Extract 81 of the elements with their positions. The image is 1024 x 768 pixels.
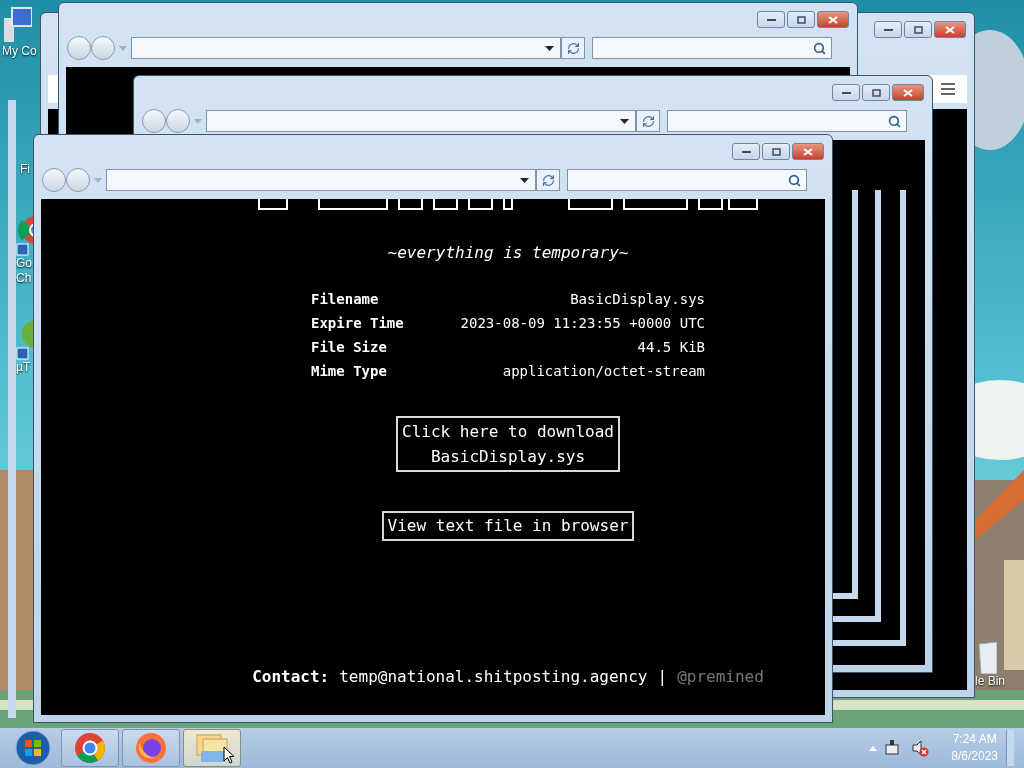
close-icon <box>803 147 813 156</box>
back-button[interactable] <box>67 36 91 60</box>
restore-icon <box>796 15 806 24</box>
detail-label: Mime Type <box>311 362 388 381</box>
desktop-icon-label[interactable]: Fi <box>20 162 30 177</box>
search-icon <box>788 173 801 187</box>
menu-icon <box>941 83 955 95</box>
refresh-icon <box>541 173 555 187</box>
close-icon <box>903 88 913 97</box>
dropdown-icon <box>520 177 529 183</box>
refresh-icon <box>641 114 655 128</box>
detail-value: 2023-08-09 11:23:55 +0000 UTC <box>459 314 705 333</box>
back-button[interactable] <box>42 168 66 192</box>
dropdown-icon <box>545 45 554 51</box>
dropdown-icon <box>119 45 127 51</box>
maximize-button[interactable] <box>904 21 932 38</box>
dropdown-icon <box>94 177 102 183</box>
address-field[interactable] <box>106 169 536 191</box>
minimize-button[interactable] <box>732 143 760 160</box>
search-field[interactable] <box>592 37 832 59</box>
refresh-icon <box>566 41 580 55</box>
chrome-icon <box>74 732 106 764</box>
handle-link[interactable]: @premined <box>677 665 764 689</box>
torrent-icon <box>16 320 33 360</box>
view-text-button[interactable]: View text file in browser <box>381 511 635 541</box>
download-button[interactable]: Click here to download BasicDisplay.sys <box>396 416 620 472</box>
close-icon <box>828 15 838 24</box>
refresh-button[interactable] <box>536 169 560 191</box>
contact-label: Contact: <box>252 666 330 688</box>
minimize-button[interactable] <box>757 11 785 28</box>
desktop-icon-label[interactable]: µT <box>16 360 31 375</box>
refresh-button[interactable] <box>636 110 660 132</box>
detail-label: Filename <box>311 290 380 309</box>
close-button[interactable] <box>792 143 824 160</box>
folder-icon <box>195 733 229 763</box>
address-field[interactable] <box>206 110 636 132</box>
forward-button[interactable] <box>166 109 190 133</box>
tagline: ~everything is temporary~ <box>387 242 629 264</box>
firefox-icon <box>135 732 167 764</box>
search-field[interactable] <box>567 169 807 191</box>
detail-value: 44.5 KiB <box>636 338 705 357</box>
restore-icon <box>771 147 781 156</box>
minimize-button[interactable] <box>874 21 902 38</box>
taskbar-app-button[interactable] <box>122 729 180 767</box>
cursor-icon <box>223 746 235 764</box>
dropdown-icon <box>194 118 202 124</box>
restore-icon <box>871 88 881 97</box>
dropdown-icon <box>620 118 629 124</box>
desktop-icon-label[interactable]: My Co <box>2 44 37 59</box>
computer-icon <box>2 4 32 44</box>
clock-time: 7:24 AM <box>952 731 997 748</box>
address-field[interactable] <box>131 37 561 59</box>
desktop-icon-label[interactable]: le Bin <box>975 674 1006 689</box>
desktop-icon-label[interactable]: Go Ch <box>16 256 32 286</box>
forward-button[interactable] <box>66 168 90 192</box>
detail-value: BasicDisplay.sys <box>569 290 705 309</box>
refresh-button[interactable] <box>561 37 585 59</box>
detail-label: Expire Time <box>311 314 404 333</box>
search-field[interactable] <box>667 110 907 132</box>
search-icon <box>813 41 826 55</box>
maximize-button[interactable] <box>787 11 815 28</box>
maximize-button[interactable] <box>862 84 890 101</box>
taskbar-app-button[interactable] <box>61 729 119 767</box>
speaker-icon[interactable] <box>911 739 930 757</box>
separator: | <box>657 666 668 688</box>
restore-icon <box>913 25 923 34</box>
taskbar-app-button[interactable] <box>183 729 241 767</box>
back-button[interactable] <box>142 109 166 133</box>
detail-label: File Size <box>311 338 388 357</box>
close-button[interactable] <box>817 11 849 28</box>
search-icon <box>888 114 901 128</box>
close-button[interactable] <box>892 84 924 101</box>
close-button[interactable] <box>934 21 966 38</box>
start-orb-icon <box>15 730 51 766</box>
forward-button[interactable] <box>91 36 115 60</box>
minimize-button[interactable] <box>832 84 860 101</box>
close-icon <box>945 25 955 34</box>
clock-date: 8/6/2023 <box>951 748 998 765</box>
contact-email-link[interactable]: temp@national.shitposting.agency <box>339 665 648 689</box>
detail-value: application/octet-stream <box>501 362 705 381</box>
maximize-button[interactable] <box>762 143 790 160</box>
